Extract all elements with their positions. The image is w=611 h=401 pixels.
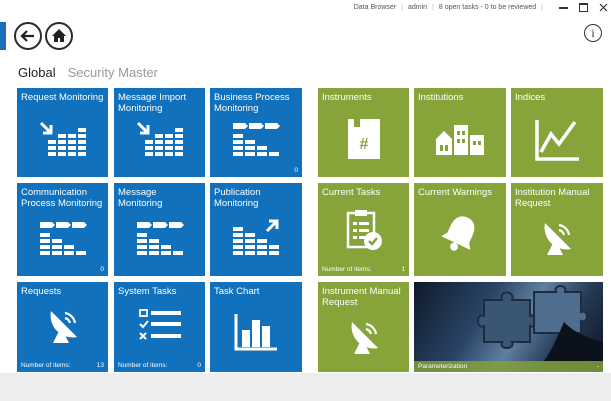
back-arrow-icon — [20, 30, 34, 42]
topbar: Data Browser | admin | 8 open tasks - 0 … — [354, 4, 543, 11]
tile-current-warnings[interactable]: Current Warnings — [414, 183, 506, 276]
tile-footer: Number of items: 13 — [21, 362, 104, 369]
publication-chart-icon — [233, 219, 279, 255]
tile-footer: Parameterization - — [414, 361, 603, 372]
separator: | — [541, 4, 543, 11]
tile-system-tasks[interactable]: System Tasks Number of items: 0 — [114, 282, 205, 372]
tile-title: Parameterization — [418, 363, 468, 370]
tile-title: Instruments — [322, 92, 372, 103]
tile-footer: Number of items: 1 — [322, 266, 405, 273]
tile-message-monitoring[interactable]: Message Monitoring — [114, 183, 205, 276]
separator: | — [432, 4, 434, 11]
tile-footer: Number of items: 0 — [118, 362, 201, 369]
tile-title: Requests — [21, 286, 62, 297]
accent-bar — [0, 22, 6, 50]
tile-title: Institutions — [418, 92, 464, 103]
items-value: 13 — [96, 362, 104, 369]
monitoring-arrow-icon — [136, 121, 183, 156]
process-flow-icon — [233, 122, 280, 156]
tile-count: 0 — [100, 266, 104, 273]
line-graph-icon — [535, 119, 579, 161]
tile-title: System Tasks — [118, 286, 177, 297]
items-value: 1 — [401, 266, 405, 273]
tile-institution-manual-request[interactable]: Institution Manual Request — [511, 183, 603, 276]
tile-task-chart[interactable]: Task Chart — [210, 282, 302, 372]
tile-current-tasks[interactable]: Current Tasks Number of items: 1 — [318, 183, 409, 276]
bottom-app-bar — [0, 373, 611, 401]
puzzle-photo — [477, 285, 603, 362]
close-button[interactable] — [599, 3, 608, 15]
tile-title: Current Tasks — [322, 187, 381, 198]
tile-indices[interactable]: Indices — [511, 88, 603, 177]
tile-title: Current Warnings — [418, 187, 493, 198]
tile-publication-monitoring[interactable]: Publication Monitoring — [210, 183, 302, 276]
app-name-link[interactable]: Data Browser — [354, 4, 396, 11]
tile-title: Task Chart — [214, 286, 260, 297]
info-icon: i — [591, 25, 595, 40]
tasks-status-link[interactable]: 8 open tasks - 0 to be reviewed — [439, 4, 536, 11]
tile-message-import-monitoring[interactable]: Message Import Monitoring — [114, 88, 205, 177]
tile-title: Institution Manual Request — [515, 187, 590, 209]
process-flow-icon — [39, 221, 87, 255]
maximize-icon — [579, 3, 588, 12]
satellite-dish-icon — [544, 222, 571, 255]
svg-text:#: # — [359, 136, 368, 153]
tab-security-master[interactable]: Security Master — [68, 65, 158, 80]
items-label: Number of items: — [118, 362, 168, 369]
maximize-button[interactable] — [579, 3, 588, 15]
tile-title: Message Monitoring — [118, 187, 163, 209]
minimize-icon — [559, 7, 568, 9]
tile-request-monitoring[interactable]: Request Monitoring — [17, 88, 108, 177]
home-button[interactable] — [45, 22, 73, 50]
bar-chart-icon — [234, 313, 277, 350]
hash-document-icon: # — [347, 118, 380, 159]
tile-count: - — [596, 363, 599, 370]
buildings-icon — [436, 124, 484, 155]
tile-parameterization[interactable]: Parameterization - — [414, 282, 603, 372]
tile-requests[interactable]: Requests Number of items: 13 — [17, 282, 108, 372]
tab-global[interactable]: Global — [18, 65, 56, 80]
tile-count: 0 — [294, 167, 298, 174]
monitoring-arrow-icon — [39, 121, 86, 156]
tile-title: Message Import Monitoring — [118, 92, 187, 114]
tile-title: Instrument Manual Request — [322, 286, 401, 308]
tab-bar: Global Security Master — [18, 65, 158, 80]
close-icon — [599, 3, 608, 12]
clipboard-check-icon — [346, 209, 382, 250]
tile-institutions[interactable]: Institutions — [414, 88, 506, 177]
bell-icon — [441, 216, 475, 251]
items-label: Number of items: — [322, 266, 372, 273]
tile-business-process-monitoring[interactable]: Business Process Monitoring 0 — [210, 88, 302, 177]
tile-communication-process-monitoring[interactable]: Communication Process Monitoring 0 — [17, 183, 108, 276]
satellite-dish-icon — [50, 311, 77, 344]
tile-title: Publication Monitoring — [214, 187, 261, 209]
checklist-icon — [138, 309, 181, 340]
tile-title: Indices — [515, 92, 546, 103]
tile-instrument-manual-request[interactable]: Instrument Manual Request — [318, 282, 409, 372]
tile-instruments[interactable]: Instruments # — [318, 88, 409, 177]
process-flow-icon — [136, 221, 184, 255]
home-icon — [52, 29, 66, 42]
items-label: Number of items: — [21, 362, 71, 369]
tile-title: Request Monitoring — [21, 92, 104, 103]
items-value: 0 — [197, 362, 201, 369]
back-button[interactable] — [14, 22, 42, 50]
separator: | — [401, 4, 403, 11]
satellite-dish-icon — [351, 322, 378, 354]
user-link[interactable]: admin — [408, 4, 427, 11]
tile-title: Communication Process Monitoring — [21, 187, 103, 209]
tile-title: Business Process Monitoring — [214, 92, 290, 114]
minimize-button[interactable] — [559, 0, 568, 13]
info-button[interactable]: i — [584, 24, 602, 42]
